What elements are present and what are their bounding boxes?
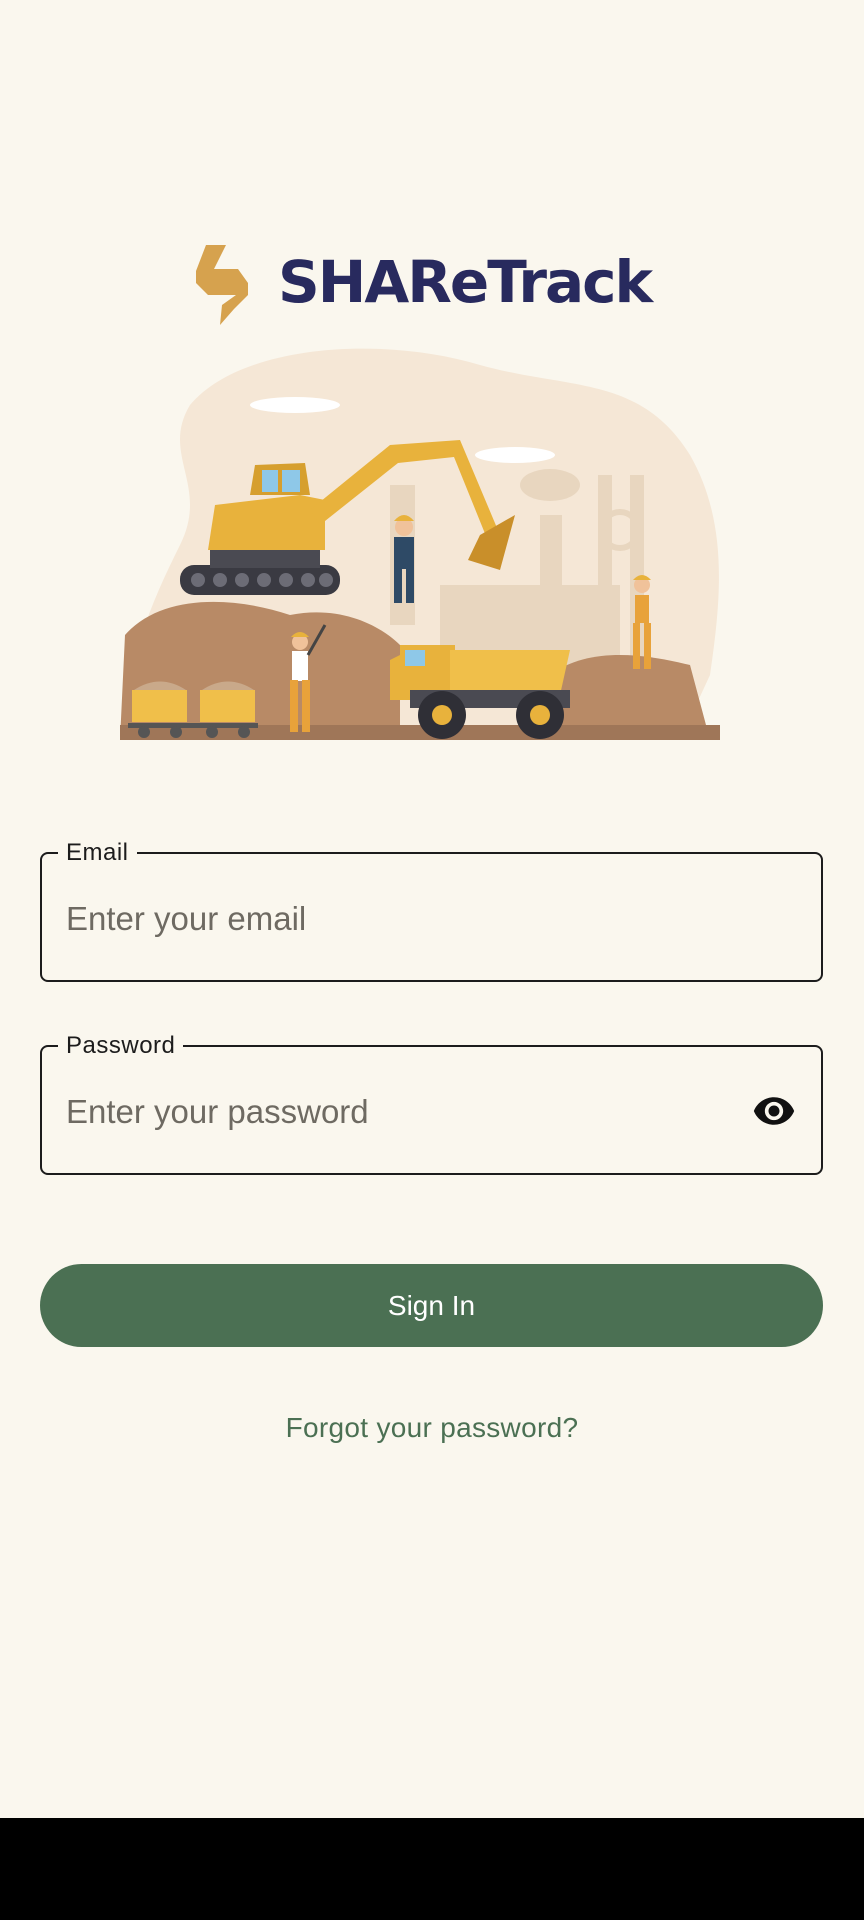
password-input[interactable] <box>64 1083 721 1141</box>
sign-in-button[interactable]: Sign In <box>40 1264 823 1347</box>
email-label: Email <box>58 838 137 868</box>
brand-name: SHAReTrack <box>278 248 653 316</box>
system-navigation-bar <box>0 1818 864 1920</box>
forgot-password-link[interactable]: Forgot your password? <box>0 1412 864 1444</box>
eye-icon[interactable] <box>749 1089 799 1133</box>
logo-mark-icon <box>196 245 248 325</box>
mining-illustration <box>120 348 720 740</box>
password-label: Password <box>58 1031 184 1061</box>
email-field[interactable]: Email <box>40 838 823 982</box>
email-input[interactable] <box>64 890 721 948</box>
password-field[interactable]: Password <box>40 1031 823 1175</box>
app-logo: SHAReTrack <box>190 243 680 333</box>
